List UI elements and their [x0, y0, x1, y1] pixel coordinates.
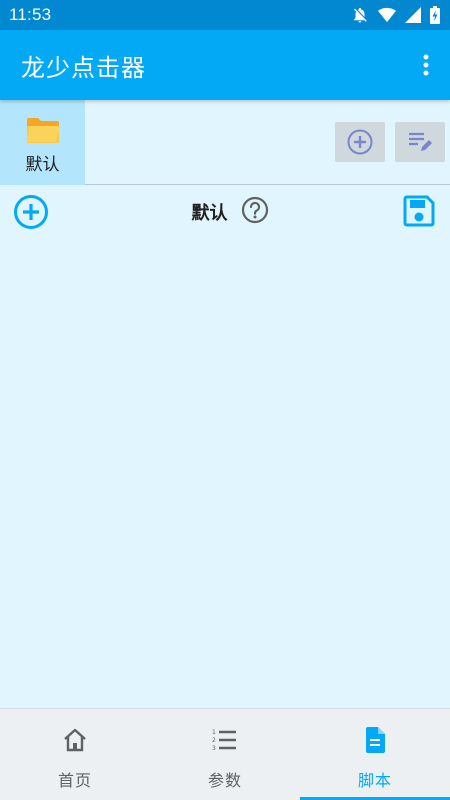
status-bar: 11:53	[0, 0, 450, 30]
svg-text:1: 1	[212, 729, 216, 736]
nav-home-label: 首页	[57, 771, 92, 790]
script-header: 默认	[0, 186, 450, 238]
save-button[interactable]	[402, 194, 436, 232]
wifi-icon	[378, 7, 396, 23]
status-time: 11:53	[9, 5, 52, 24]
app-bar: 龙少点击器	[0, 30, 450, 100]
edit-groups-button[interactable]	[395, 122, 445, 162]
save-icon	[403, 195, 435, 227]
edit-list-icon	[409, 132, 432, 151]
add-circle-icon	[347, 129, 373, 155]
group-tab-label: 默认	[25, 155, 60, 175]
status-icons	[351, 6, 440, 24]
notifications-off-icon	[351, 6, 369, 24]
svg-text:2: 2	[212, 737, 216, 744]
help-icon	[241, 196, 268, 224]
nav-script-label: 脚本	[357, 771, 392, 790]
list-numbered-icon: 123	[212, 727, 238, 753]
nav-script[interactable]: 脚本	[300, 709, 450, 800]
home-icon	[62, 727, 88, 753]
nav-home[interactable]: 首页	[0, 709, 150, 800]
script-title-wrap: 默认	[0, 196, 450, 228]
help-button[interactable]	[241, 196, 269, 228]
cell-signal-icon	[405, 7, 421, 23]
script-title: 默认	[191, 203, 228, 224]
more-vert-icon	[423, 54, 429, 76]
battery-charging-icon	[430, 6, 440, 24]
more-options-button[interactable]	[414, 45, 438, 85]
nav-params[interactable]: 123 参数	[150, 709, 300, 800]
group-list: 默认	[0, 100, 450, 185]
add-group-button[interactable]	[335, 122, 385, 162]
nav-params-label: 参数	[207, 771, 242, 790]
app-title: 龙少点击器	[21, 53, 146, 82]
group-tab-default[interactable]: 默认	[0, 100, 85, 185]
bottom-navigation: 首页 123 参数 脚本	[0, 708, 450, 800]
svg-text:3: 3	[212, 745, 216, 752]
document-icon	[364, 727, 386, 753]
folder-icon	[25, 116, 60, 148]
